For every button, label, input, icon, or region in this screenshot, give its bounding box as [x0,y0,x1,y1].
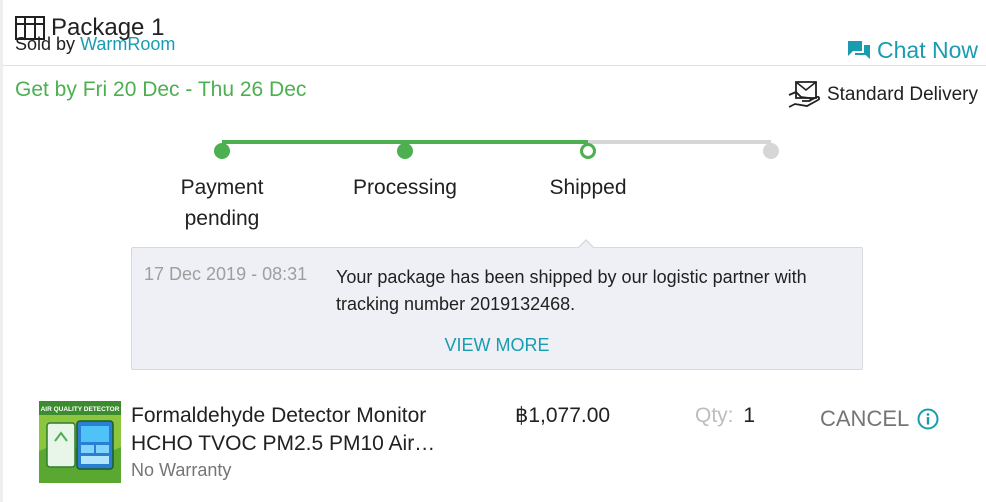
delivery-type: Standard Delivery [787,79,978,111]
chat-bubbles-icon [846,39,872,63]
delivery-estimate: Get by Fri 20 Dec - Thu 26 Dec [15,78,307,101]
qty-label: Qty: [695,404,734,427]
step-dot-shipped [580,143,596,159]
cancel-label: CANCEL [820,406,910,431]
header-divider [3,65,986,66]
warranty-text: No Warranty [131,460,232,480]
info-box-pointer-fill [578,241,594,249]
sold-by: Sold by WarmRoom [15,34,175,55]
sold-by-label: Sold by [15,34,76,54]
step-label-shipped: Shipped [549,176,627,199]
view-more-button[interactable]: VIEW MORE [132,335,862,356]
tracking-message: Your package has been shipped by our log… [336,267,807,314]
qty-value: 1 [743,404,756,427]
tracking-info-box: 17 Dec 2019 - 08:31 Your package has bee… [131,247,863,370]
left-border [0,0,3,502]
progress-segment [588,140,771,144]
progress-segment [222,140,405,144]
info-circle-icon[interactable] [917,408,939,430]
seller-link[interactable]: WarmRoom [80,34,175,54]
quantity: Qty: 1 [695,404,755,428]
product-price: ฿1,077.00 [515,404,611,427]
product-thumbnail[interactable]: AIR QUALITY DETECTOR [39,401,121,483]
chat-now-button[interactable]: Chat Now [846,37,978,64]
step-dot-processing [397,143,413,159]
thumbnail-caption: AIR QUALITY DETECTOR [41,406,120,413]
delivery-type-label: Standard Delivery [826,84,978,105]
tracking-timestamp: 17 Dec 2019 - 08:31 [144,264,308,284]
chat-now-label: Chat Now [877,37,978,63]
delivery-box-icon [787,79,821,111]
cancel-button[interactable]: CANCEL [820,406,939,432]
step-label-payment: Payment pending [180,176,264,230]
order-progress-tracker: Payment pending Processing Shipped [0,130,986,240]
step-dot-payment [214,143,230,159]
step-label-processing: Processing [353,176,457,199]
product-name[interactable]: Formaldehyde Detector Monitor HCHO TVOC … [131,402,481,458]
progress-segment [405,140,588,144]
step-dot-delivered [763,143,779,159]
